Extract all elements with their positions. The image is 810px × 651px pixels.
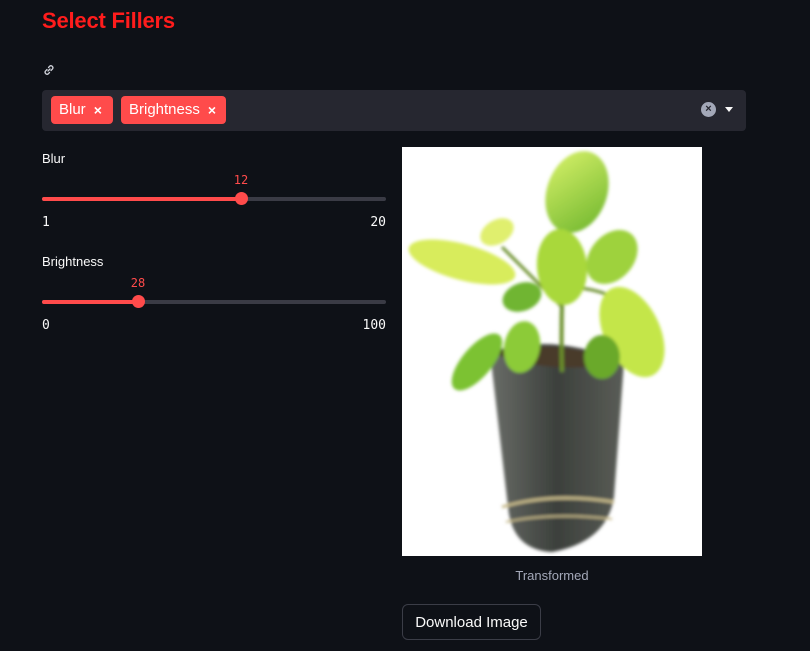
link-icon[interactable] bbox=[42, 63, 56, 77]
brightness-slider[interactable]: 28 bbox=[42, 276, 386, 340]
remove-tag-icon[interactable]: × bbox=[94, 96, 102, 124]
app-page: Select Fillers Blur × Brightness × × Blu… bbox=[0, 0, 810, 651]
filter-multiselect[interactable]: Blur × Brightness × × bbox=[42, 90, 746, 131]
slider-min: 1 bbox=[42, 215, 50, 230]
plant-image bbox=[408, 151, 665, 552]
slider-thumb[interactable] bbox=[132, 295, 145, 308]
slider-max: 20 bbox=[370, 215, 386, 230]
transformed-image bbox=[402, 147, 702, 556]
clear-all-icon[interactable]: × bbox=[701, 102, 716, 117]
slider-min: 0 bbox=[42, 318, 50, 333]
image-caption: Transformed bbox=[515, 568, 589, 583]
brightness-slider-label: Brightness bbox=[42, 254, 104, 269]
download-image-button[interactable]: Download Image bbox=[402, 604, 541, 640]
filter-tag-label: Blur bbox=[59, 101, 86, 118]
chevron-down-icon[interactable] bbox=[725, 107, 733, 112]
blur-slider-label: Blur bbox=[42, 151, 66, 166]
slider-max: 100 bbox=[362, 318, 386, 333]
slider-fill bbox=[42, 300, 138, 304]
slider-value: 12 bbox=[233, 173, 249, 187]
filter-tag-label: Brightness bbox=[129, 101, 200, 118]
filter-tag-brightness: Brightness × bbox=[121, 96, 226, 124]
slider-thumb[interactable] bbox=[235, 192, 248, 205]
blur-slider[interactable]: 12 bbox=[42, 173, 386, 237]
filter-tag-blur: Blur × bbox=[51, 96, 113, 124]
slider-fill bbox=[42, 197, 241, 201]
slider-value: 28 bbox=[130, 276, 146, 290]
remove-tag-icon[interactable]: × bbox=[208, 96, 216, 124]
page-title: Select Fillers bbox=[42, 8, 175, 33]
